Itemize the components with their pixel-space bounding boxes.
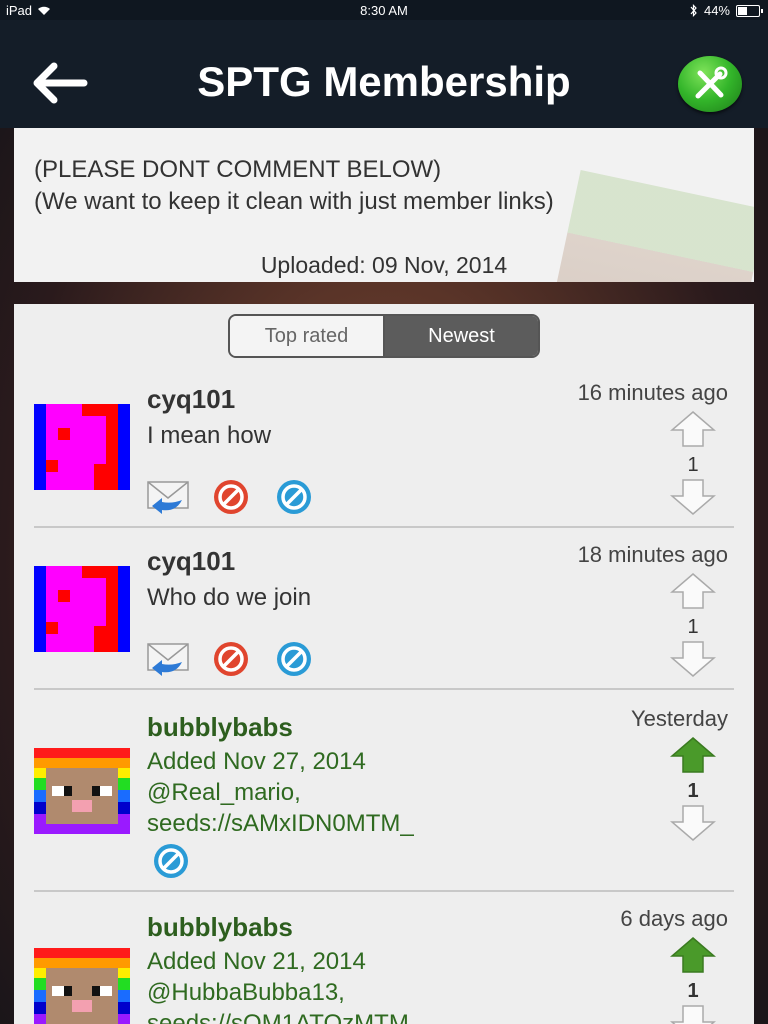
block-icon[interactable]	[149, 842, 193, 880]
comments-panel: Top rated Newest cyq101 I mean how 16 mi…	[14, 304, 754, 1024]
tab-top-rated[interactable]: Top rated	[230, 316, 385, 356]
upload-date: Uploaded: 09 Nov, 2014	[260, 252, 508, 278]
avatar	[34, 566, 130, 652]
avatar	[34, 404, 130, 490]
comment-item: bubblybabs Added Nov 21, 2014 @HubbaBubb…	[34, 894, 734, 1024]
battery-icon	[736, 4, 763, 17]
block-icon[interactable]	[272, 640, 316, 678]
tools-icon	[695, 66, 728, 99]
comment-text: Added Nov 21, 2014	[147, 948, 366, 975]
block-icon[interactable]	[272, 478, 316, 516]
battery-percent: 44%	[703, 3, 730, 18]
comment-username[interactable]: bubblybabs	[147, 712, 293, 743]
vote-up-icon[interactable]	[670, 936, 716, 974]
description-panel: (PLEASE DONT COMMENT BELOW) (We want to …	[14, 128, 754, 282]
comment-username[interactable]: cyq101	[147, 384, 235, 415]
comment-item: bubblybabs Added Nov 27, 2014 @Real_mari…	[34, 692, 734, 892]
sort-segmented-control: Top rated Newest	[228, 314, 540, 358]
vote-down-icon[interactable]	[670, 478, 716, 516]
comment-username[interactable]: cyq101	[147, 546, 235, 577]
comment-item: cyq101 I mean how 16 minutes ago 1	[34, 370, 734, 528]
comment-text: I mean how	[147, 422, 272, 449]
vote-up-icon[interactable]	[670, 736, 716, 774]
vote-count: 1	[687, 454, 699, 476]
reply-mail-icon[interactable]	[146, 640, 190, 678]
clock: 8:30 AM	[360, 3, 408, 18]
comment-text: Who do we join	[147, 584, 312, 611]
settings-button[interactable]	[678, 56, 742, 112]
comment-item: cyq101 Who do we join 18 minutes ago 1	[34, 530, 734, 690]
avatar	[34, 748, 130, 834]
comment-text: seeds://sAMxIDN0MTM_	[147, 810, 414, 837]
vote-up-icon[interactable]	[670, 410, 716, 448]
comment-time: 6 days ago	[620, 906, 728, 931]
vote-down-icon[interactable]	[670, 640, 716, 678]
status-bar: iPad 8:30 AM 44%	[0, 0, 768, 20]
report-icon[interactable]	[209, 478, 253, 516]
comment-text: Added Nov 27, 2014	[147, 748, 366, 775]
tab-newest[interactable]: Newest	[385, 316, 538, 356]
comment-text: @HubbaBubba13,	[147, 979, 345, 1006]
comment-username[interactable]: bubblybabs	[147, 912, 293, 943]
comment-text: @Real_mario,	[147, 779, 301, 806]
report-icon[interactable]	[209, 640, 253, 678]
reply-mail-icon[interactable]	[146, 478, 190, 516]
vote-up-icon[interactable]	[670, 572, 716, 610]
page-title: SPTG Membership	[197, 58, 571, 105]
vote-down-icon[interactable]	[670, 1004, 716, 1024]
nav-bar: SPTG Membership	[0, 20, 768, 128]
comment-time: 16 minutes ago	[577, 380, 728, 405]
avatar	[34, 948, 130, 1024]
comment-text: seeds://sOM1ATOzMTM	[147, 1010, 409, 1024]
description-line-1: (PLEASE DONT COMMENT BELOW)	[34, 156, 442, 183]
vote-count: 1	[687, 980, 699, 1002]
comment-time: 18 minutes ago	[577, 542, 728, 567]
vote-down-icon[interactable]	[670, 804, 716, 842]
comment-time: Yesterday	[630, 706, 728, 731]
description-line-2: (We want to keep it clean with just memb…	[34, 188, 554, 215]
vote-count: 1	[687, 780, 699, 802]
bluetooth-icon	[690, 4, 697, 17]
vote-count: 1	[687, 616, 699, 638]
